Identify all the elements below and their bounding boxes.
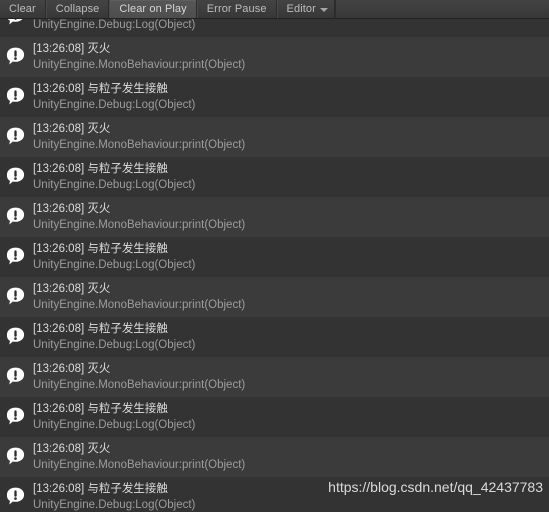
log-message-icon [5,19,26,27]
log-entry-row[interactable]: [13:26:08] 与粒子发生接触UnityEngine.Debug:Log(… [0,19,549,37]
log-entry-stacktrace: UnityEngine.Debug:Log(Object) [33,417,545,433]
log-entry-stacktrace: UnityEngine.MonoBehaviour:print(Object) [33,57,545,73]
log-entry-text: [13:26:08] 灭火UnityEngine.MonoBehaviour:p… [33,361,545,393]
log-entry-row[interactable]: [13:26:08] 灭火UnityEngine.MonoBehaviour:p… [0,357,549,397]
log-entry-stacktrace: UnityEngine.Debug:Log(Object) [33,257,545,273]
clear-on-play-button[interactable]: Clear on Play [109,0,196,18]
editor-dropdown-button[interactable]: Editor [277,0,335,18]
log-entry-stacktrace: UnityEngine.MonoBehaviour:print(Object) [33,377,545,393]
log-entry-message: [13:26:08] 与粒子发生接触 [33,81,545,97]
console-window: Clear Collapse Clear on Play Error Pause… [0,0,549,512]
console-log-list[interactable]: UnityEngine.MonoBehaviour:print(Object) U… [0,19,549,512]
log-entry-row[interactable]: [13:26:08] 与粒子发生接触UnityEngine.Debug:Log(… [0,157,549,197]
editor-dropdown-label: Editor [287,4,316,15]
log-entry-text: [13:26:08] 与粒子发生接触UnityEngine.Debug:Log(… [33,401,545,433]
log-entry-message: [13:26:08] 与粒子发生接触 [33,401,545,417]
clear-button-label: Clear [9,4,36,15]
log-entry-row[interactable]: [13:26:08] 灭火UnityEngine.MonoBehaviour:p… [0,117,549,157]
log-entry-row[interactable]: [13:26:08] 灭火UnityEngine.MonoBehaviour:p… [0,37,549,77]
log-entry-message: [13:26:08] 与粒子发生接触 [33,241,545,257]
log-entry-text: [13:26:08] 灭火UnityEngine.MonoBehaviour:p… [33,441,545,473]
log-message-icon [5,126,26,147]
log-entry-message: [13:26:08] 与粒子发生接触 [33,321,545,337]
log-entry-stacktrace: UnityEngine.MonoBehaviour:print(Object) [33,457,545,473]
log-entry-stacktrace: UnityEngine.Debug:Log(Object) [33,19,545,33]
log-message-icon [5,166,26,187]
log-entry-text: [13:26:08] 灭火UnityEngine.MonoBehaviour:p… [33,281,545,313]
collapse-button-label: Collapse [56,4,100,15]
log-entry-row[interactable]: [13:26:08] 与粒子发生接触UnityEngine.Debug:Log(… [0,237,549,277]
log-entry-row[interactable]: [13:26:08] 与粒子发生接触UnityEngine.Debug:Log(… [0,397,549,437]
log-entry-text: [13:26:08] 与粒子发生接触UnityEngine.Debug:Log(… [33,241,545,273]
log-entry-stacktrace: UnityEngine.MonoBehaviour:print(Object) [33,297,545,313]
log-message-icon [5,46,26,67]
log-entry-message: [13:26:08] 灭火 [33,361,545,377]
log-message-icon [5,326,26,347]
error-pause-button-label: Error Pause [207,4,267,15]
log-entry-row[interactable]: [13:26:08] 与粒子发生接触UnityEngine.Debug:Log(… [0,477,549,512]
log-entry-text: [13:26:08] 灭火UnityEngine.MonoBehaviour:p… [33,201,545,233]
log-message-icon [5,406,26,427]
console-toolbar: Clear Collapse Clear on Play Error Pause… [0,0,549,19]
error-pause-button[interactable]: Error Pause [197,0,277,18]
log-entry-text: [13:26:08] 灭火UnityEngine.MonoBehaviour:p… [33,121,545,153]
log-entry-text: [13:26:08] 与粒子发生接触UnityEngine.Debug:Log(… [33,19,545,33]
log-entry-text: [13:26:08] 灭火UnityEngine.MonoBehaviour:p… [33,41,545,73]
log-entry-row[interactable]: [13:26:08] 与粒子发生接触UnityEngine.Debug:Log(… [0,77,549,117]
log-message-icon [5,446,26,467]
log-entry-text: [13:26:08] 与粒子发生接触UnityEngine.Debug:Log(… [33,481,545,512]
log-message-icon [5,286,26,307]
toolbar-spacer [335,0,549,18]
log-message-icon [5,486,26,507]
log-entry-row[interactable]: [13:26:08] 与粒子发生接触UnityEngine.Debug:Log(… [0,317,549,357]
log-entry-text: [13:26:08] 与粒子发生接触UnityEngine.Debug:Log(… [33,81,545,113]
log-entry-stacktrace: UnityEngine.MonoBehaviour:print(Object) [33,217,545,233]
log-entry-row[interactable]: [13:26:08] 灭火UnityEngine.MonoBehaviour:p… [0,437,549,477]
chevron-down-icon [320,8,328,12]
clear-on-play-button-label: Clear on Play [119,4,186,15]
log-entry-stacktrace: UnityEngine.Debug:Log(Object) [33,97,545,113]
log-message-icon [5,206,26,227]
clear-button[interactable]: Clear [0,0,46,18]
log-entry-message: [13:26:08] 灭火 [33,121,545,137]
log-entry-message: [13:26:08] 灭火 [33,281,545,297]
collapse-button[interactable]: Collapse [46,0,110,18]
log-entry-text: [13:26:08] 与粒子发生接触UnityEngine.Debug:Log(… [33,161,545,193]
log-entry-stacktrace: UnityEngine.Debug:Log(Object) [33,337,545,353]
log-entry-message: [13:26:08] 灭火 [33,41,545,57]
log-entry-row[interactable]: [13:26:08] 灭火UnityEngine.MonoBehaviour:p… [0,197,549,237]
log-entry-text: [13:26:08] 与粒子发生接触UnityEngine.Debug:Log(… [33,321,545,353]
log-entry-message: [13:26:08] 与粒子发生接触 [33,481,545,497]
log-entry-row[interactable]: [13:26:08] 灭火UnityEngine.MonoBehaviour:p… [0,277,549,317]
log-message-icon [5,366,26,387]
log-entry-message: [13:26:08] 与粒子发生接触 [33,161,545,177]
log-entry-stacktrace: UnityEngine.Debug:Log(Object) [33,177,545,193]
log-entry-stacktrace: UnityEngine.Debug:Log(Object) [33,497,545,512]
log-message-icon [5,86,26,107]
log-message-icon [5,246,26,267]
log-entry-stacktrace: UnityEngine.MonoBehaviour:print(Object) [33,137,545,153]
log-entry-message: [13:26:08] 灭火 [33,441,545,457]
log-entry-message: [13:26:08] 灭火 [33,201,545,217]
